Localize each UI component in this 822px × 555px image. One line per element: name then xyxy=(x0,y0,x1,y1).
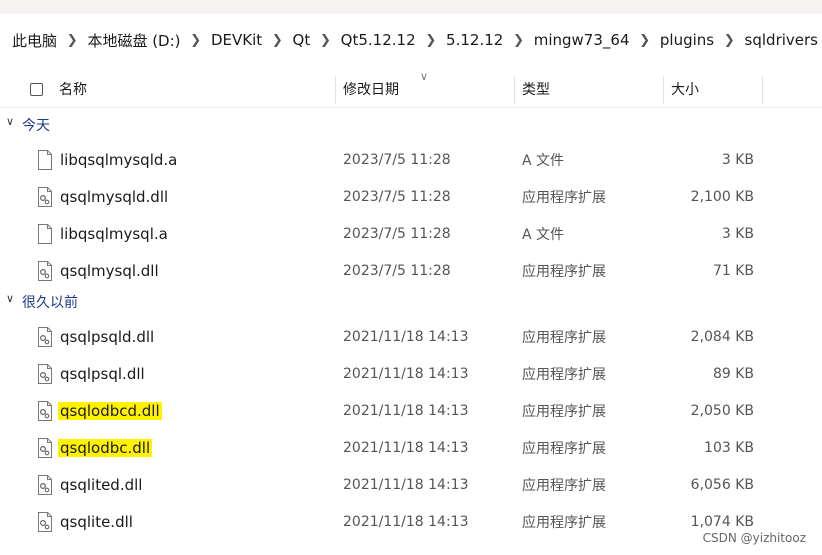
file-date: 2021/11/18 14:13 xyxy=(343,513,469,530)
dll-file-icon xyxy=(38,327,52,347)
chevron-down-icon[interactable]: ∨ xyxy=(6,115,14,128)
crumb-local-disk[interactable]: 本地磁盘 (D:) xyxy=(83,30,184,51)
crumb-plugins[interactable]: plugins xyxy=(656,31,718,49)
file-date: 2021/11/18 14:13 xyxy=(343,328,469,345)
crumb-devkit[interactable]: DEVKit xyxy=(207,31,266,49)
file-row[interactable]: qsqlmysqld.dll 2023/7/5 11:28 应用程序扩展 2,1… xyxy=(0,178,822,215)
crumb-mingw73-64[interactable]: mingw73_64 xyxy=(530,31,634,49)
file-date: 2021/11/18 14:13 xyxy=(343,365,469,382)
file-date: 2021/11/18 14:13 xyxy=(343,402,469,419)
file-row[interactable]: qsqlodbc.dll 2021/11/18 14:13 应用程序扩展 103… xyxy=(0,429,822,466)
column-header-type[interactable]: 类型 xyxy=(522,70,550,108)
dll-file-icon xyxy=(38,438,52,458)
file-size: 6,056 KB xyxy=(690,476,754,493)
file-name: libqsqlmysqld.a xyxy=(60,150,178,169)
file-type: 应用程序扩展 xyxy=(522,514,606,531)
chevron-right-icon[interactable]: ❯ xyxy=(185,33,207,48)
file-size: 103 KB xyxy=(704,439,754,456)
file-date: 2021/11/18 14:13 xyxy=(343,439,469,456)
crumb-this-pc[interactable]: 此电脑 xyxy=(8,30,61,51)
highlight-mark: qsqlodbc.dll xyxy=(58,438,153,457)
select-all-checkbox[interactable] xyxy=(30,83,43,96)
group-header-long-ago[interactable]: ∨ 很久以前 xyxy=(0,289,822,315)
file-type: 应用程序扩展 xyxy=(522,263,606,280)
file-row[interactable]: libqsqlmysqld.a 2023/7/5 11:28 A 文件 3 KB xyxy=(0,141,822,178)
chevron-right-icon[interactable]: ❯ xyxy=(633,33,655,48)
dll-file-icon xyxy=(38,187,52,207)
file-date: 2023/7/5 11:28 xyxy=(343,188,451,205)
chevron-right-icon[interactable]: ❯ xyxy=(266,33,288,48)
file-name: qsqlite.dll xyxy=(60,512,133,531)
file-type: 应用程序扩展 xyxy=(522,329,606,346)
crumb-qt[interactable]: Qt xyxy=(289,31,315,49)
column-header-date[interactable]: 修改日期 xyxy=(343,70,399,108)
column-divider[interactable] xyxy=(762,76,763,104)
file-size: 2,100 KB xyxy=(690,188,754,205)
column-header-bar: 名称 ∨ 修改日期 类型 大小 xyxy=(0,70,822,108)
file-size: 3 KB xyxy=(721,225,754,242)
file-name: qsqlmysqld.dll xyxy=(60,187,169,206)
group-header-today[interactable]: ∨ 今天 xyxy=(0,112,822,138)
generic-file-icon xyxy=(38,150,52,170)
file-type: A 文件 xyxy=(522,152,565,169)
file-date: 2023/7/5 11:28 xyxy=(343,225,451,242)
file-name: qsqlodbc.dll xyxy=(58,429,153,466)
file-name: qsqlmysql.dll xyxy=(60,261,159,280)
dll-file-icon xyxy=(38,261,52,281)
file-row[interactable]: qsqlodbcd.dll 2021/11/18 14:13 应用程序扩展 2,… xyxy=(0,392,822,429)
file-type: 应用程序扩展 xyxy=(522,440,606,457)
watermark: CSDN @yizhitooz xyxy=(702,531,806,545)
file-name: qsqlited.dll xyxy=(60,475,143,494)
file-type: 应用程序扩展 xyxy=(522,403,606,420)
generic-file-icon xyxy=(38,224,52,244)
file-size: 2,084 KB xyxy=(690,328,754,345)
dll-file-icon xyxy=(38,364,52,384)
window-top-strip xyxy=(0,0,822,14)
file-name: qsqlodbcd.dll xyxy=(58,392,162,429)
file-size: 2,050 KB xyxy=(690,402,754,419)
crumb-5-12-12[interactable]: 5.12.12 xyxy=(442,31,507,49)
file-row[interactable]: qsqlpsqld.dll 2021/11/18 14:13 应用程序扩展 2,… xyxy=(0,318,822,355)
column-divider[interactable] xyxy=(663,76,664,104)
crumb-qt5-12-12[interactable]: Qt5.12.12 xyxy=(337,31,420,49)
file-name: libqsqlmysql.a xyxy=(60,224,168,243)
file-row[interactable]: libqsqlmysql.a 2023/7/5 11:28 A 文件 3 KB xyxy=(0,215,822,252)
file-date: 2021/11/18 14:13 xyxy=(343,476,469,493)
column-divider[interactable] xyxy=(514,76,515,104)
file-type: 应用程序扩展 xyxy=(522,189,606,206)
chevron-down-icon[interactable]: ∨ xyxy=(6,292,14,305)
file-type: A 文件 xyxy=(522,226,565,243)
file-row[interactable]: qsqlmysql.dll 2023/7/5 11:28 应用程序扩展 71 K… xyxy=(0,252,822,289)
file-type: 应用程序扩展 xyxy=(522,477,606,494)
highlight-mark: qsqlodbcd.dll xyxy=(58,401,162,420)
chevron-right-icon[interactable]: ❯ xyxy=(507,33,529,48)
file-row[interactable]: qsqlite.dll 2021/11/18 14:13 应用程序扩展 1,07… xyxy=(0,503,822,540)
dll-file-icon xyxy=(38,475,52,495)
dll-file-icon xyxy=(38,512,52,532)
file-name: qsqlpsql.dll xyxy=(60,364,145,383)
file-date: 2023/7/5 11:28 xyxy=(343,262,451,279)
chevron-right-icon[interactable]: ❯ xyxy=(314,33,336,48)
file-name: qsqlpsqld.dll xyxy=(60,327,155,346)
file-size: 71 KB xyxy=(712,262,754,279)
column-header-size[interactable]: 大小 xyxy=(671,70,699,108)
crumb-sqldrivers[interactable]: sqldrivers xyxy=(741,31,822,49)
file-row[interactable]: qsqlited.dll 2021/11/18 14:13 应用程序扩展 6,0… xyxy=(0,466,822,503)
file-type: 应用程序扩展 xyxy=(522,366,606,383)
chevron-right-icon[interactable]: ❯ xyxy=(718,33,740,48)
group-label: 很久以前 xyxy=(22,295,78,311)
chevron-right-icon[interactable]: ❯ xyxy=(420,33,442,48)
breadcrumb: 此电脑 ❯ 本地磁盘 (D:) ❯ DEVKit ❯ Qt ❯ Qt5.12.1… xyxy=(0,20,822,60)
group-label: 今天 xyxy=(22,118,50,134)
file-size: 3 KB xyxy=(721,151,754,168)
chevron-right-icon[interactable]: ❯ xyxy=(61,33,83,48)
file-row[interactable]: qsqlpsql.dll 2021/11/18 14:13 应用程序扩展 89 … xyxy=(0,355,822,392)
file-date: 2023/7/5 11:28 xyxy=(343,151,451,168)
sort-caret-icon: ∨ xyxy=(420,70,429,83)
column-divider[interactable] xyxy=(335,76,336,104)
dll-file-icon xyxy=(38,401,52,421)
column-header-name[interactable]: 名称 xyxy=(59,70,87,108)
file-size: 89 KB xyxy=(712,365,754,382)
